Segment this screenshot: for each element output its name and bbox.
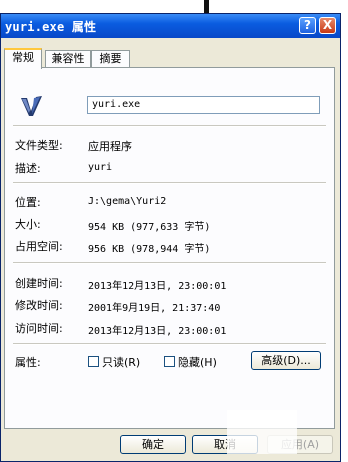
- advanced-button[interactable]: 高级(D)...: [251, 351, 321, 370]
- tab-compatibility[interactable]: 兼容性: [45, 50, 91, 67]
- app-icon: [21, 96, 42, 116]
- general-panel: yuri.exe 文件类型: 应用程序 描述: yuri 位置: J:\gema…: [4, 67, 335, 429]
- accessed-label: 访问时间:: [15, 322, 63, 335]
- size-label: 大小:: [15, 218, 41, 231]
- title-bar[interactable]: yuri.exe 属性 ? X: [1, 14, 340, 38]
- readonly-checkbox[interactable]: [88, 356, 99, 367]
- tab-general[interactable]: 常规: [4, 48, 42, 69]
- accessed-value: 2013年12月13日, 23:00:01: [88, 326, 227, 337]
- help-button[interactable]: ?: [299, 17, 316, 34]
- location-label: 位置:: [15, 196, 41, 209]
- tab-summary[interactable]: 摘要: [91, 50, 130, 67]
- properties-dialog: yuri.exe 属性 ? X 常规 兼容性 摘要 yuri.exe 文件类型:…: [0, 13, 341, 462]
- separator: [13, 262, 326, 264]
- size-on-disk-value: 956 KB (978,944 字节): [88, 244, 211, 255]
- attributes-label: 属性:: [15, 356, 41, 369]
- created-value: 2013年12月13日, 23:00:01: [88, 281, 227, 292]
- description-value: yuri: [88, 162, 113, 173]
- hidden-checkbox[interactable]: [164, 356, 175, 367]
- file-type-label: 文件类型:: [15, 139, 63, 152]
- file-name-field[interactable]: yuri.exe: [87, 96, 320, 114]
- readonly-label[interactable]: 只读(R): [102, 354, 140, 370]
- location-value: J:\gema\Yuri2: [88, 196, 167, 207]
- blur-overlay: [227, 410, 297, 454]
- close-button[interactable]: X: [319, 17, 336, 34]
- background-fragment: [204, 0, 209, 14]
- ok-button[interactable]: 确定: [120, 435, 186, 454]
- hidden-label[interactable]: 隐藏(H): [178, 354, 217, 370]
- separator: [13, 125, 326, 127]
- separator: [13, 182, 326, 184]
- size-value: 954 KB (977,633 字节): [88, 222, 211, 233]
- created-label: 创建时间:: [15, 277, 63, 290]
- file-type-value: 应用程序: [88, 140, 132, 153]
- modified-label: 修改时间:: [15, 299, 63, 312]
- description-label: 描述:: [15, 162, 41, 175]
- window-title: yuri.exe 属性: [5, 20, 97, 34]
- size-on-disk-label: 占用空间:: [15, 240, 63, 253]
- separator: [13, 343, 326, 345]
- modified-value: 2001年9月19日, 21:37:40: [88, 303, 221, 314]
